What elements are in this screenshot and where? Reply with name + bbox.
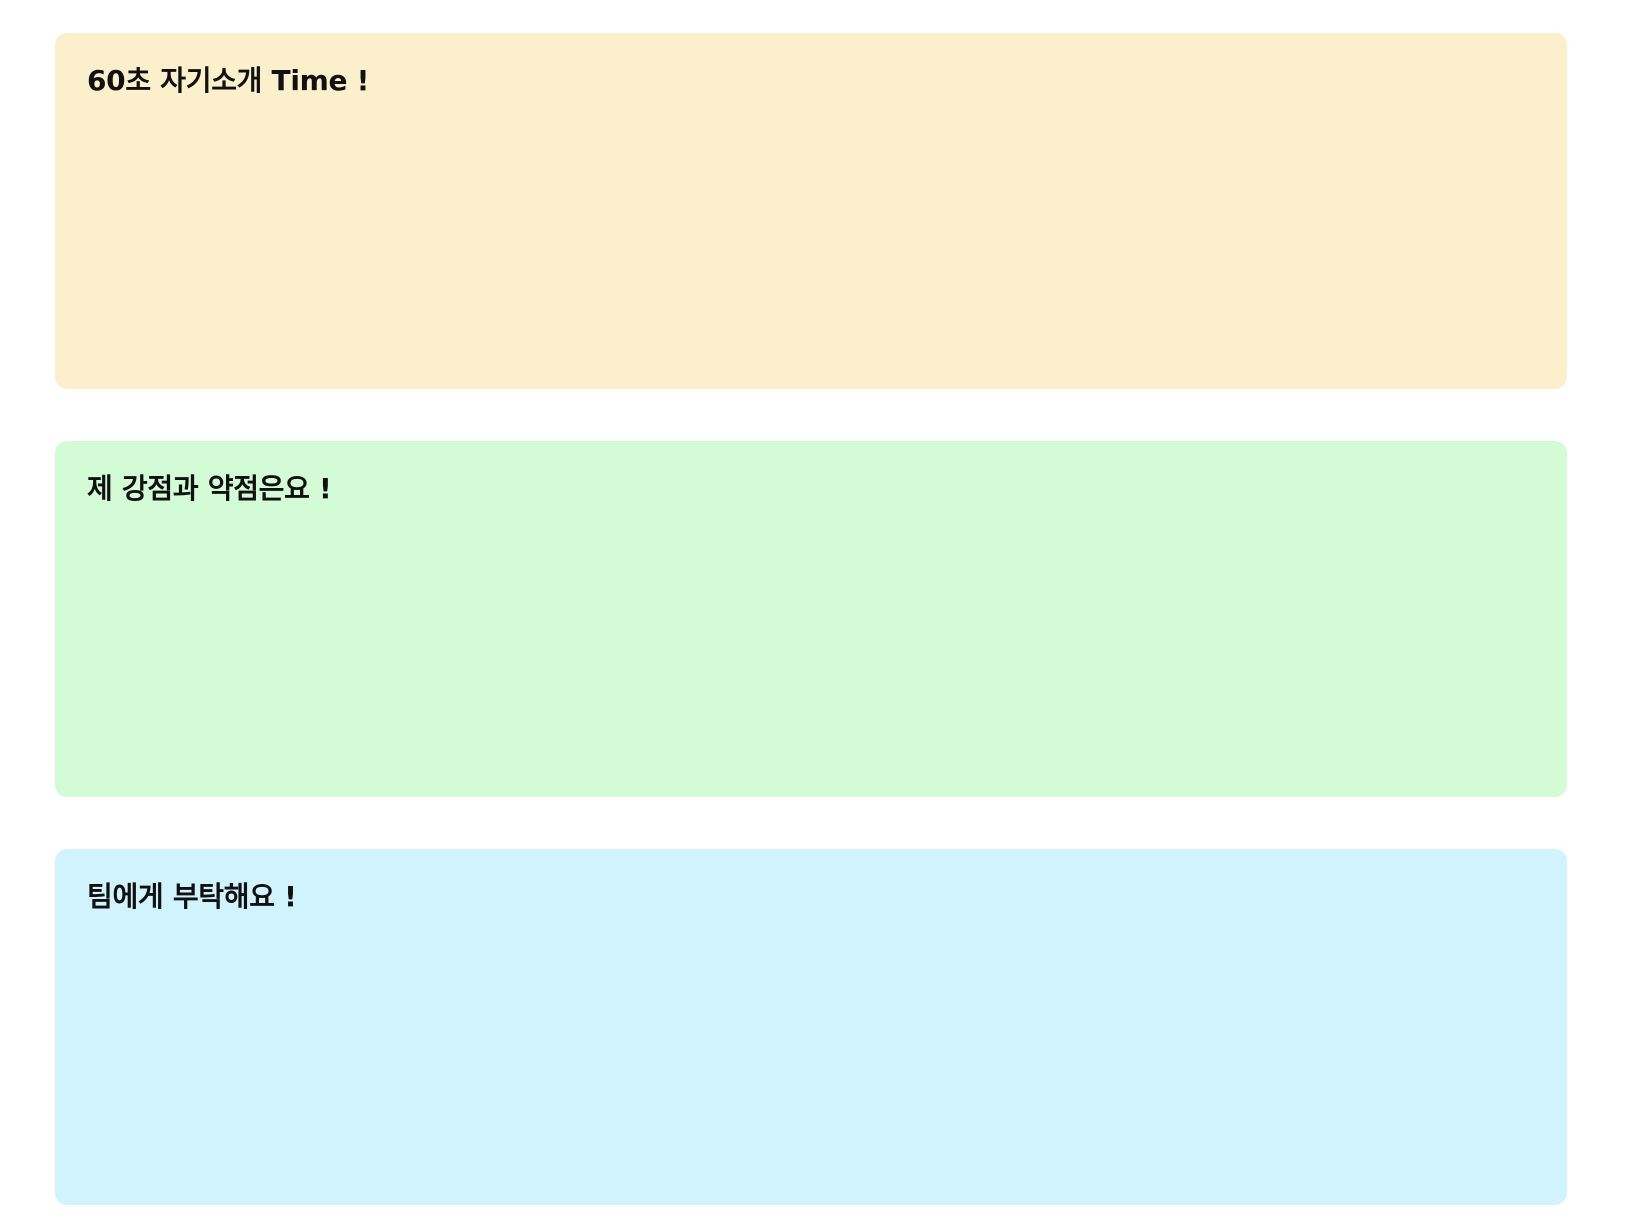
intro-callout: 60초 자기소개 Time !	[55, 33, 1567, 389]
team-request-callout-title: 팀에게 부탁해요 !	[87, 880, 297, 913]
strengths-callout: 제 강점과 약점은요 !	[55, 441, 1567, 797]
page: 60초 자기소개 Time ! 제 강점과 약점은요 ! 팀에게 부탁해요 !	[0, 0, 1626, 1226]
team-request-callout: 팀에게 부탁해요 !	[55, 849, 1567, 1205]
intro-callout-title: 60초 자기소개 Time !	[87, 64, 370, 97]
strengths-callout-title: 제 강점과 약점은요 !	[87, 472, 332, 505]
